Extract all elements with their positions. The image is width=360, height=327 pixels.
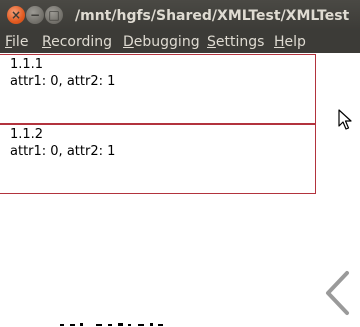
menu-file-label: ile <box>12 34 29 50</box>
menu-debugging-mnemonic: D <box>123 34 134 50</box>
chevron-left-icon[interactable] <box>323 270 351 316</box>
window-title: /mnt/hgfs/Shared/XMLTest/XMLTest <box>75 8 350 24</box>
mouse-pointer-icon <box>338 109 352 130</box>
item-attributes: attr1: 0, attr2: 1 <box>10 144 116 159</box>
window-titlebar[interactable]: × − □ /mnt/hgfs/Shared/XMLTest/XMLTest <box>0 0 360 31</box>
menu-settings-label: ettings <box>215 34 265 50</box>
menu-settings[interactable]: Settings <box>207 31 264 53</box>
menu-debugging-label: ebugging <box>133 34 200 50</box>
clipped-content <box>60 323 163 326</box>
menu-file-mnemonic: F <box>5 34 13 50</box>
maximize-window-button[interactable]: □ <box>45 6 63 24</box>
menu-bar: File Recording Debugging Settings Help <box>0 31 360 53</box>
xml-item-box[interactable]: 1.1.1 attr1: 0, attr2: 1 <box>0 54 316 124</box>
item-attributes: attr1: 0, attr2: 1 <box>10 74 116 89</box>
menu-help[interactable]: Help <box>274 31 306 53</box>
menu-settings-mnemonic: S <box>207 34 216 50</box>
item-id: 1.1.1 <box>10 57 44 72</box>
menu-recording[interactable]: Recording <box>42 31 112 53</box>
close-window-button[interactable]: × <box>7 6 25 24</box>
menu-recording-mnemonic: R <box>42 34 52 50</box>
menu-recording-label: ecording <box>51 34 113 50</box>
xml-item-box[interactable]: 1.1.2 attr1: 0, attr2: 1 <box>0 124 316 194</box>
menu-help-mnemonic: H <box>274 34 285 50</box>
menu-help-label: elp <box>284 34 306 50</box>
menu-debugging[interactable]: Debugging <box>123 31 200 53</box>
menu-file[interactable]: File <box>5 31 28 53</box>
minimize-window-button[interactable]: − <box>26 6 44 24</box>
item-id: 1.1.2 <box>10 127 44 142</box>
